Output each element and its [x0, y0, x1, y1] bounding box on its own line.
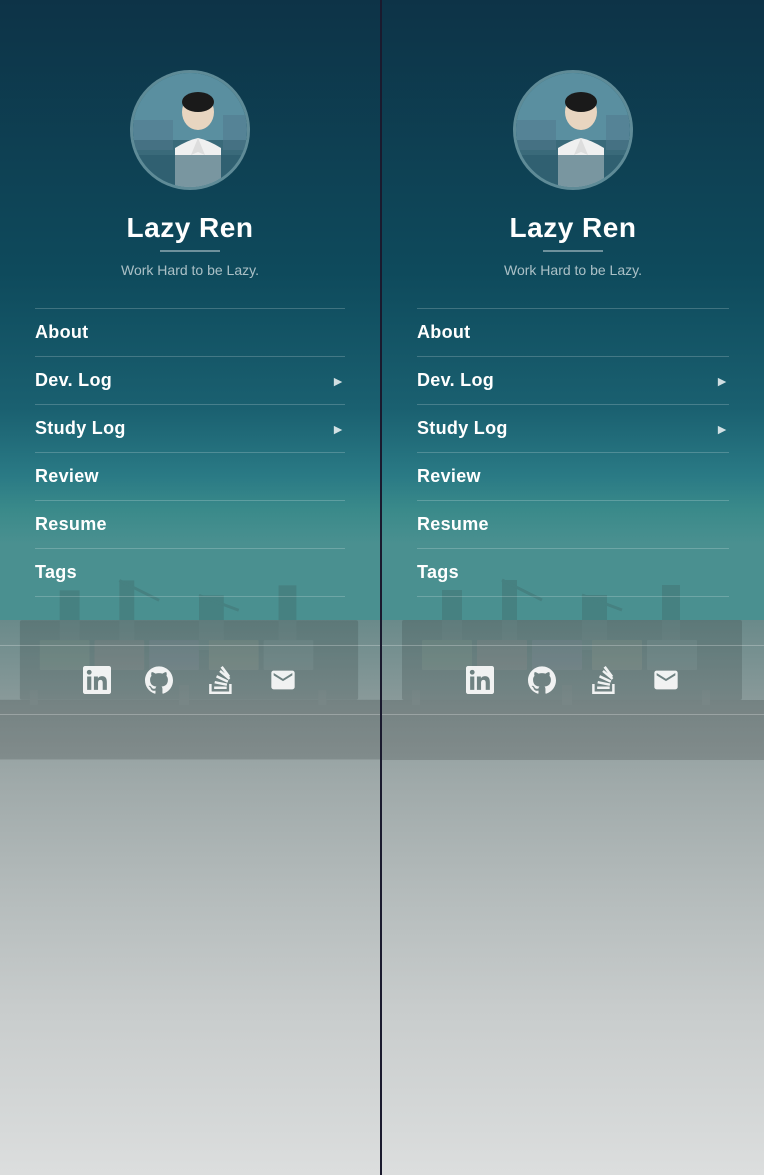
stackoverflow-icon-left[interactable]: [205, 664, 237, 696]
nav-tags-left[interactable]: Tags: [35, 549, 345, 597]
social-bar-left: [0, 645, 380, 715]
email-icon-left[interactable]: [267, 664, 299, 696]
nav-devlog-label-right: Dev. Log: [417, 370, 494, 391]
github-icon-right[interactable]: [526, 664, 558, 696]
nav-review-label-left: Review: [35, 466, 99, 487]
nav-studylog-arrow-right: ►: [715, 421, 729, 437]
nav-studylog-right[interactable]: Study Log ►: [417, 405, 729, 453]
avatar-left: [130, 70, 250, 190]
nav-review-right[interactable]: Review: [417, 453, 729, 501]
nav-devlog-label-left: Dev. Log: [35, 370, 112, 391]
nav-devlog-left[interactable]: Dev. Log ►: [35, 357, 345, 405]
linkedin-icon-right[interactable]: [464, 664, 496, 696]
panel-left: Lazy Ren Work Hard to be Lazy. About Dev…: [0, 0, 382, 1175]
nav-studylog-label-right: Study Log: [417, 418, 508, 439]
profile-name-left: Lazy Ren: [127, 212, 254, 244]
content-right: Lazy Ren Work Hard to be Lazy. About Dev…: [382, 0, 764, 597]
nav-studylog-arrow-left: ►: [331, 421, 345, 437]
nav-review-left[interactable]: Review: [35, 453, 345, 501]
content-left: Lazy Ren Work Hard to be Lazy. About Dev…: [0, 0, 380, 597]
linkedin-icon-left[interactable]: [81, 664, 113, 696]
nav-about-label-right: About: [417, 322, 470, 343]
nav-devlog-right[interactable]: Dev. Log ►: [417, 357, 729, 405]
nav-review-label-right: Review: [417, 466, 481, 487]
github-icon-left[interactable]: [143, 664, 175, 696]
stackoverflow-icon-right[interactable]: [588, 664, 620, 696]
nav-resume-label-left: Resume: [35, 514, 107, 535]
nav-devlog-arrow-right: ►: [715, 373, 729, 389]
nav-devlog-arrow-left: ►: [331, 373, 345, 389]
nav-right: About Dev. Log ► Study Log ► Review Resu…: [382, 308, 764, 597]
social-bar-right: [382, 645, 764, 715]
nav-resume-left[interactable]: Resume: [35, 501, 345, 549]
email-icon-right[interactable]: [650, 664, 682, 696]
nav-studylog-label-left: Study Log: [35, 418, 126, 439]
nav-tags-right[interactable]: Tags: [417, 549, 729, 597]
nav-about-label-left: About: [35, 322, 88, 343]
nav-left: About Dev. Log ► Study Log ► Review Resu…: [0, 308, 380, 597]
nav-tags-label-right: Tags: [417, 562, 459, 583]
tagline-right: Work Hard to be Lazy.: [504, 262, 642, 278]
panel-right: Lazy Ren Work Hard to be Lazy. About Dev…: [382, 0, 764, 1175]
nav-about-left[interactable]: About: [35, 308, 345, 357]
nav-about-right[interactable]: About: [417, 308, 729, 357]
tagline-left: Work Hard to be Lazy.: [121, 262, 259, 278]
nav-resume-label-right: Resume: [417, 514, 489, 535]
profile-name-right: Lazy Ren: [510, 212, 637, 244]
nav-resume-right[interactable]: Resume: [417, 501, 729, 549]
avatar-right: [513, 70, 633, 190]
nav-tags-label-left: Tags: [35, 562, 77, 583]
name-divider-left: [160, 250, 220, 252]
nav-studylog-left[interactable]: Study Log ►: [35, 405, 345, 453]
name-divider-right: [543, 250, 603, 252]
